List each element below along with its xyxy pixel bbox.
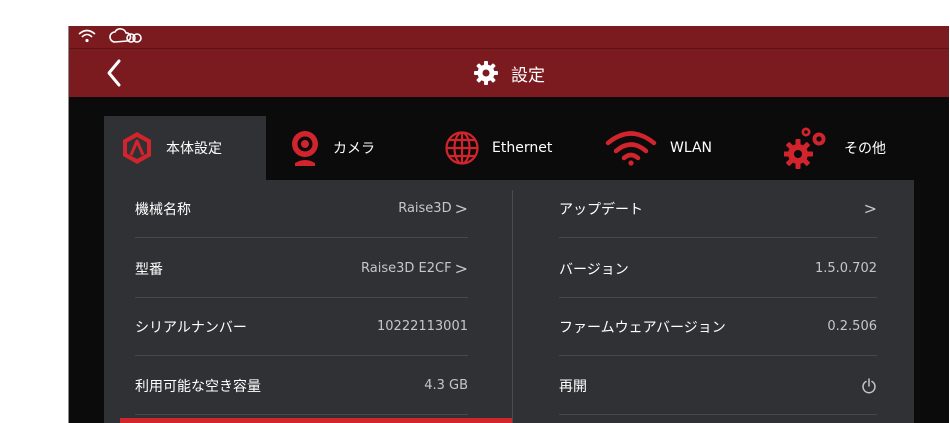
tab-other[interactable]: その他	[784, 116, 886, 180]
printer-screen: 設定 本体設定 カメラ Ethernet WLAN その他 機械名称 Raise…	[68, 26, 949, 423]
list-item-serial-number: シリアルナンバー 10222113001	[135, 298, 468, 356]
cloud-link-icon	[109, 28, 142, 43]
tab-machine-settings[interactable]: 本体設定	[104, 116, 266, 180]
selection-indicator	[120, 418, 512, 423]
machine-settings-panel: 機械名称 Raise3D > 型番 Raise3D E2CF > シリアルナンバー …	[104, 180, 914, 423]
gears-icon	[784, 127, 826, 169]
status-bar	[69, 26, 949, 49]
power-icon[interactable]	[861, 377, 877, 394]
row-label: バージョン	[559, 261, 629, 278]
list-item-version: バージョン 1.5.0.702	[559, 240, 877, 298]
version-value: 1.5.0.702	[814, 261, 877, 276]
row-label: 利用可能な空き容量	[135, 378, 261, 395]
firmware-version-value: 0.2.506	[827, 319, 877, 334]
tab-camera[interactable]: カメラ	[289, 116, 375, 180]
tab-ethernet[interactable]: Ethernet	[444, 116, 552, 180]
tab-label: Ethernet	[492, 140, 553, 156]
tab-label: カメラ	[333, 141, 375, 157]
tab-label: 本体設定	[166, 141, 222, 157]
model-value: Raise3D E2CF	[361, 261, 452, 276]
camera-icon	[292, 131, 318, 166]
row-label: シリアルナンバー	[135, 319, 247, 336]
list-item-restart[interactable]: 再開	[559, 357, 877, 415]
list-item-machine-name[interactable]: 機械名称 Raise3D >	[135, 180, 468, 238]
free-space-value: 4.3 GB	[424, 378, 468, 393]
settings-tabs: 本体設定 カメラ Ethernet WLAN その他	[104, 116, 914, 180]
page-title: 設定	[69, 49, 949, 97]
wifi-icon	[605, 131, 657, 166]
row-value: >	[861, 199, 877, 218]
row-label: 型番	[135, 261, 163, 278]
globe-icon	[445, 131, 479, 165]
row-label: 機械名称	[135, 201, 191, 218]
gear-icon	[474, 61, 498, 85]
title-bar: 設定	[69, 49, 949, 97]
machine-name-value: Raise3D	[398, 201, 452, 216]
title-text: 設定	[511, 65, 545, 86]
tab-wlan[interactable]: WLAN	[604, 116, 712, 180]
chevron-right-icon: >	[863, 199, 877, 218]
list-item-free-space: 利用可能な空き容量 4.3 GB	[135, 357, 468, 415]
row-label: 再開	[559, 378, 587, 395]
wifi-icon	[78, 29, 96, 43]
tab-label: WLAN	[670, 140, 713, 156]
list-item-update[interactable]: アップデート >	[559, 180, 877, 238]
row-value: Raise3D E2CF >	[361, 259, 468, 278]
chevron-right-icon: >	[454, 199, 468, 218]
serial-number-value: 10222113001	[377, 319, 468, 334]
tab-label: その他	[844, 141, 886, 157]
raise3d-logo-icon	[123, 132, 151, 164]
chevron-right-icon: >	[454, 259, 468, 278]
column-divider	[512, 190, 513, 423]
row-label: ファームウェアバージョン	[559, 319, 726, 336]
list-item-model[interactable]: 型番 Raise3D E2CF >	[135, 240, 468, 298]
list-item-firmware-version: ファームウェアバージョン 0.2.506	[559, 298, 877, 356]
row-value: Raise3D >	[398, 199, 468, 218]
row-label: アップデート	[559, 201, 643, 218]
